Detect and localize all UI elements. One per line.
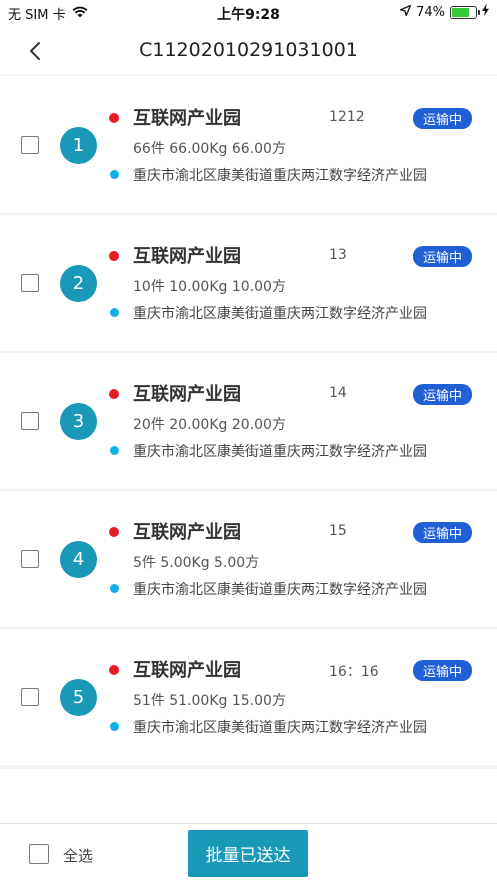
blue-dot-icon: [110, 584, 119, 593]
order-checkbox[interactable]: [21, 274, 39, 292]
location-arrow-icon: [399, 4, 412, 20]
charging-bolt-icon: [482, 4, 489, 20]
order-details: 5件 5.00Kg 5.00方: [133, 555, 260, 571]
nav-bar: C11202010291031001: [0, 26, 497, 76]
status-bar: 无 SIM 卡 上午9:28 74%: [0, 0, 497, 26]
order-code: 14: [329, 385, 347, 401]
order-index-badge: 1: [60, 127, 97, 164]
order-address: 重庆市渝北区康美街道重庆两江数字经济产业园: [133, 306, 427, 322]
order-details: 51件 51.00Kg 15.00方: [133, 693, 286, 709]
batch-delivered-button[interactable]: 批量已送达: [188, 830, 308, 877]
order-details: 66件 66.00Kg 66.00方: [133, 141, 286, 157]
red-dot-icon: [109, 665, 119, 675]
red-dot-icon: [109, 389, 119, 399]
order-checkbox[interactable]: [21, 688, 39, 706]
screen: 无 SIM 卡 上午9:28 74% C11202010291031001 1 …: [0, 0, 497, 883]
order-name: 互联网产业园: [133, 108, 241, 129]
order-address: 重庆市渝北区康美街道重庆两江数字经济产业园: [133, 444, 427, 460]
order-address: 重庆市渝北区康美街道重庆两江数字经济产业园: [133, 582, 427, 598]
order-details: 20件 20.00Kg 20.00方: [133, 417, 286, 433]
order-code: 13: [329, 247, 347, 263]
red-dot-icon: [109, 251, 119, 261]
red-dot-icon: [109, 113, 119, 123]
blue-dot-icon: [110, 446, 119, 455]
order-address: 重庆市渝北区康美街道重庆两江数字经济产业园: [133, 168, 427, 184]
status-badge: 运输中: [413, 246, 472, 267]
order-card[interactable]: 5 互联网产业园 16：16 运输中 51件 51.00Kg 15.00方 重庆…: [0, 629, 497, 765]
red-dot-icon: [109, 527, 119, 537]
order-details: 10件 10.00Kg 10.00方: [133, 279, 286, 295]
order-checkbox[interactable]: [21, 412, 39, 430]
status-badge: 运输中: [413, 660, 472, 681]
order-checkbox[interactable]: [21, 550, 39, 568]
status-right: 74%: [399, 4, 489, 20]
footer-bar: 全选 批量已送达: [0, 823, 497, 883]
order-checkbox[interactable]: [21, 136, 39, 154]
order-index-badge: 5: [60, 679, 97, 716]
order-index-badge: 3: [60, 403, 97, 440]
order-card[interactable]: 3 互联网产业园 14 运输中 20件 20.00Kg 20.00方 重庆市渝北…: [0, 353, 497, 489]
status-badge: 运输中: [413, 384, 472, 405]
order-code: 16：16: [329, 664, 379, 680]
battery-level: [452, 7, 470, 17]
order-index-badge: 2: [60, 265, 97, 302]
blue-dot-icon: [110, 170, 119, 179]
battery-icon: [450, 5, 480, 19]
order-name: 互联网产业园: [133, 522, 241, 543]
order-address: 重庆市渝北区康美街道重庆两江数字经济产业园: [133, 720, 427, 736]
order-index-badge: 4: [60, 541, 97, 578]
order-card[interactable]: 2 互联网产业园 13 运输中 10件 10.00Kg 10.00方 重庆市渝北…: [0, 215, 497, 351]
status-badge: 运输中: [413, 522, 472, 543]
page-title: C11202010291031001: [139, 39, 358, 61]
battery-percent: 74%: [416, 4, 445, 20]
order-list: 1 互联网产业园 1212 运输中 66件 66.00Kg 66.00方 重庆市…: [0, 77, 497, 769]
order-name: 互联网产业园: [133, 660, 241, 681]
blue-dot-icon: [110, 722, 119, 731]
battery-cap: [478, 9, 480, 15]
blue-dot-icon: [110, 308, 119, 317]
select-all-label[interactable]: 全选: [63, 845, 93, 866]
order-code: 1212: [329, 109, 365, 125]
order-name: 互联网产业园: [133, 384, 241, 405]
order-card[interactable]: 1 互联网产业园 1212 运输中 66件 66.00Kg 66.00方 重庆市…: [0, 77, 497, 213]
order-code: 15: [329, 523, 347, 539]
order-name: 互联网产业园: [133, 246, 241, 267]
status-badge: 运输中: [413, 108, 472, 129]
order-card[interactable]: 4 互联网产业园 15 运输中 5件 5.00Kg 5.00方 重庆市渝北区康美…: [0, 491, 497, 627]
select-all-checkbox[interactable]: [29, 844, 49, 864]
